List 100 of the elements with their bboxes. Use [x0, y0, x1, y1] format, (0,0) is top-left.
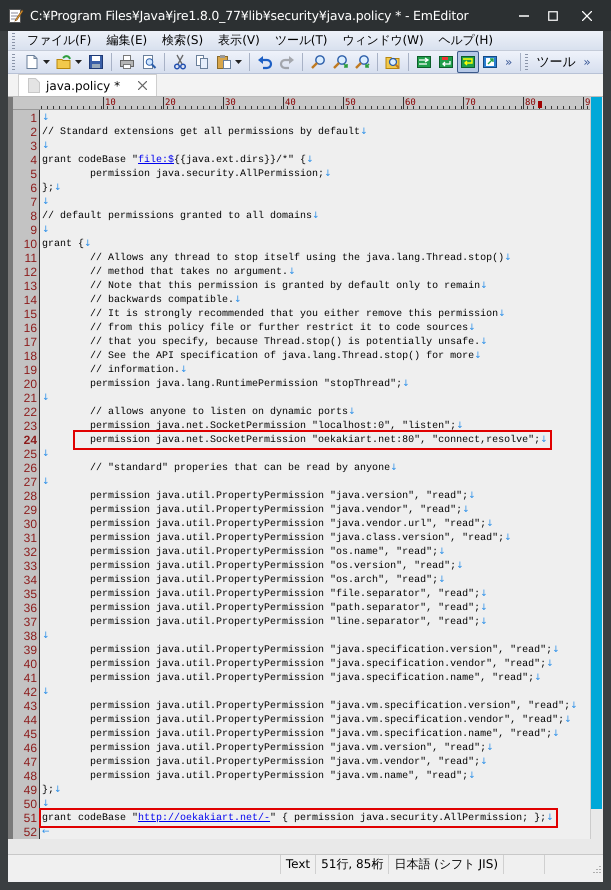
line-number: 48	[22, 769, 38, 783]
redo-icon	[279, 54, 295, 70]
code-line: permission java.util.PropertyPermission "java.vm.specification.vendor", "read";	[90, 714, 564, 726]
line-end-mark: ↓	[456, 561, 464, 571]
code-line: // Note that this permission is granted by default only to remain	[90, 280, 480, 292]
code-line: permission java.util.PropertyPermission "os.name", "read";	[90, 546, 438, 558]
menu-item[interactable]: ヘルプ(H)	[432, 31, 500, 50]
line-number: 15	[22, 307, 38, 321]
line-end-mark: ↓	[402, 379, 410, 389]
line-end-mark: ↓	[42, 687, 50, 697]
line-end-mark: ↓	[546, 813, 554, 823]
line-number: 4	[29, 153, 38, 167]
pages-icon	[194, 54, 210, 70]
line-end-mark: ↓	[480, 281, 488, 291]
line-end-mark: ↓	[42, 197, 50, 207]
code-line: grant {	[42, 238, 84, 250]
line-end-mark: ↓	[360, 127, 368, 137]
caret-icon	[43, 60, 50, 64]
overflow-button[interactable]: »	[501, 52, 516, 72]
line-number: 12	[22, 265, 38, 279]
line-number: 46	[22, 741, 38, 755]
menu-item[interactable]: 検索(S)	[156, 31, 210, 50]
line-end-mark: ↓	[504, 533, 512, 543]
status-text: 日本語 (シフト JIS)	[388, 855, 503, 874]
line-number: 9	[29, 223, 38, 237]
line-end-mark: ↓	[480, 757, 488, 767]
line-number: 37	[22, 615, 38, 629]
ruler-number: 20	[164, 97, 176, 109]
line-number: 28	[22, 489, 38, 503]
line-end-mark: ↓	[504, 253, 512, 263]
line-end-mark: ↓	[180, 365, 188, 375]
code-line: grant codeBase "file:${{java.ext.dirs}}/*" {	[42, 154, 306, 166]
line-end-mark: ←	[42, 827, 50, 837]
line-end-mark: ↓	[552, 645, 560, 655]
line-end-mark: ↓	[390, 463, 398, 473]
line-end-mark: ↓	[486, 519, 494, 529]
code-line: // allows anyone to listen on dynamic ports	[90, 406, 348, 418]
menu-item[interactable]: 表示(V)	[212, 31, 266, 50]
line-end-mark: ↓	[480, 603, 488, 613]
code-line: permission java.util.PropertyPermission "line.separator", "read";	[90, 616, 480, 628]
line-end-mark: ↓	[42, 449, 50, 459]
line-end-mark: ↓	[306, 155, 314, 165]
line-number: 26	[22, 461, 38, 475]
code-line: permission java.util.PropertyPermission "file.separator", "read";	[90, 588, 480, 600]
line-end-mark: ↓	[312, 211, 320, 221]
overflow-button[interactable]: »	[579, 52, 595, 72]
code-line: permission java.util.PropertyPermission "java.vendor", "read";	[90, 504, 462, 516]
file-tab[interactable]: java.policy *	[18, 74, 158, 96]
code-line: permission java.util.PropertyPermission "java.class.version", "read";	[90, 532, 504, 544]
tab-label: java.policy *	[46, 78, 120, 92]
ruler-number: 40	[284, 97, 296, 109]
line-end-mark: ↓	[468, 771, 476, 781]
window-title: C:¥Program Files¥Java¥jre1.8.0_77¥lib¥security¥java.policy * - EmEditor	[30, 8, 468, 23]
line-end-mark: ↓	[42, 477, 50, 487]
toolbar-label: ツール	[535, 54, 576, 71]
line-end-mark: ↓	[42, 393, 50, 403]
code-line: // method that takes no argument.	[90, 266, 288, 278]
code-line: permission java.util.PropertyPermission "java.vm.specification.name", "read";	[90, 728, 552, 740]
ruler-number: 70	[464, 97, 476, 109]
line-number: 8	[29, 209, 38, 223]
line-number: 5	[29, 167, 38, 181]
line-end-mark: ↓	[324, 169, 332, 179]
line-number: 21	[22, 391, 38, 405]
link[interactable]: http://oekakiart.net/-	[138, 812, 270, 824]
undo-icon	[257, 54, 273, 70]
minimize-icon	[518, 14, 528, 16]
code-line: permission java.util.PropertyPermission "java.version", "read";	[90, 490, 468, 502]
page-icon	[28, 78, 40, 93]
menu-item[interactable]: ツール(T)	[268, 31, 334, 50]
app-icon	[8, 8, 24, 24]
code-line: permission java.util.PropertyPermission "java.specification.vendor", "read";	[90, 658, 546, 670]
line-end-mark: ↓	[462, 505, 470, 515]
close-button[interactable]	[136, 80, 148, 92]
menu-item[interactable]: 編集(E)	[100, 31, 154, 50]
line-number: 14	[22, 293, 38, 307]
toolbar-grip[interactable]	[12, 54, 15, 70]
code-line: permission java.util.PropertyPermission "java.specification.version", "read";	[90, 644, 552, 656]
link[interactable]: file:$	[138, 154, 174, 166]
line-number: 38	[22, 629, 38, 643]
menu-item[interactable]: ウィンドウ(W)	[336, 31, 430, 50]
code-line: permission java.util.PropertyPermission "java.vendor.url", "read";	[90, 518, 486, 530]
line-number: 43	[22, 699, 38, 713]
line-end-mark: ↓	[348, 407, 356, 417]
line-end-mark: ↓	[438, 547, 446, 557]
scissors-icon	[172, 54, 188, 70]
menu-item[interactable]: ファイル(F)	[21, 31, 98, 50]
toolbar-grip[interactable]	[12, 32, 15, 48]
line-end-mark: ↓	[570, 701, 578, 711]
toolbar-grip[interactable]	[525, 54, 528, 70]
code-line: // that you specify, because Thread.stop() is potentially unsafe.	[90, 336, 480, 348]
save-icon	[88, 54, 104, 70]
wrap-arrow-button[interactable]	[457, 51, 479, 73]
line-end-mark: ↓	[54, 785, 62, 795]
code-line: permission java.util.PropertyPermission "java.vm.specification.version", "read";	[90, 700, 570, 712]
code-line: // "standard" properies that can be read by anyone	[90, 462, 390, 474]
line-end-mark: ↓	[564, 715, 572, 725]
code-line: permission java.net.SocketPermission "oekakiart.net:80", "connect,resolve";	[90, 434, 540, 446]
line-end-mark: ↓	[42, 225, 50, 235]
line-number: 13	[22, 279, 38, 293]
line-number: 51	[22, 811, 38, 825]
